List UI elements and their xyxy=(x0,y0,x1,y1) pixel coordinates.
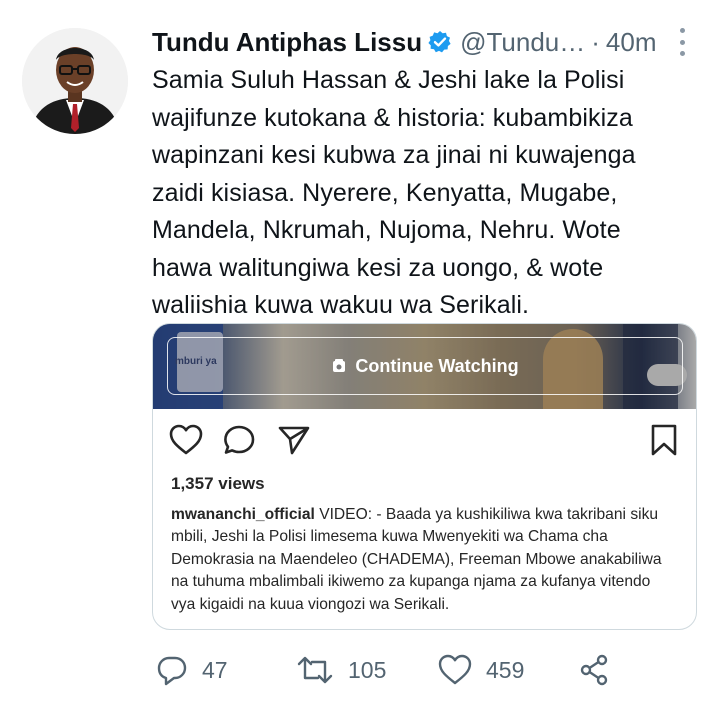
video-camera-icon xyxy=(333,359,346,372)
retweet-count: 105 xyxy=(348,656,387,683)
share-button[interactable] xyxy=(578,648,610,692)
video-thumbnail[interactable]: mburi ya Continue Watching xyxy=(153,324,696,409)
continue-watching-label: Continue Watching xyxy=(355,355,519,376)
retweet-button[interactable]: 105 xyxy=(296,648,386,692)
continue-watching-button[interactable]: Continue Watching xyxy=(167,337,683,395)
tweet-text: Samia Suluh Hassan & Jeshi lake la Polis… xyxy=(152,66,636,319)
share-paper-plane-icon[interactable] xyxy=(277,424,311,456)
comment-icon[interactable] xyxy=(223,424,257,456)
tweet-header: Tundu Antiphas Lissu @Tundu… · 40m xyxy=(152,24,700,60)
tweet-action-bar: 47 105 459 xyxy=(152,648,672,692)
caption-username[interactable]: mwananchi_official xyxy=(171,506,315,523)
reply-count: 47 xyxy=(202,656,228,683)
avatar-portrait-image xyxy=(22,28,128,134)
bookmark-icon[interactable] xyxy=(649,424,679,456)
tweet-timestamp[interactable]: 40m xyxy=(606,27,657,58)
reply-button[interactable]: 47 xyxy=(156,648,228,692)
author-handle[interactable]: @Tundu… xyxy=(460,27,585,58)
like-count: 459 xyxy=(486,656,525,683)
more-options-icon[interactable] xyxy=(678,28,686,56)
separator-dot: · xyxy=(591,26,600,57)
retweet-icon xyxy=(297,656,333,684)
post-caption: mwananchi_official VIDEO: - Baada ya kus… xyxy=(171,504,676,616)
post-actions xyxy=(169,424,681,460)
author-avatar[interactable] xyxy=(22,28,128,134)
author-name[interactable]: Tundu Antiphas Lissu xyxy=(152,27,422,58)
reply-icon xyxy=(157,656,187,686)
like-icon xyxy=(438,654,472,685)
verified-badge-icon xyxy=(428,31,451,53)
heart-icon[interactable] xyxy=(169,424,203,456)
like-button[interactable]: 459 xyxy=(438,648,524,692)
view-count: 1,357 views xyxy=(171,474,265,493)
share-icon xyxy=(580,654,608,686)
instagram-embed-card[interactable]: mburi ya Continue Watching 1,357 views m xyxy=(152,323,697,630)
